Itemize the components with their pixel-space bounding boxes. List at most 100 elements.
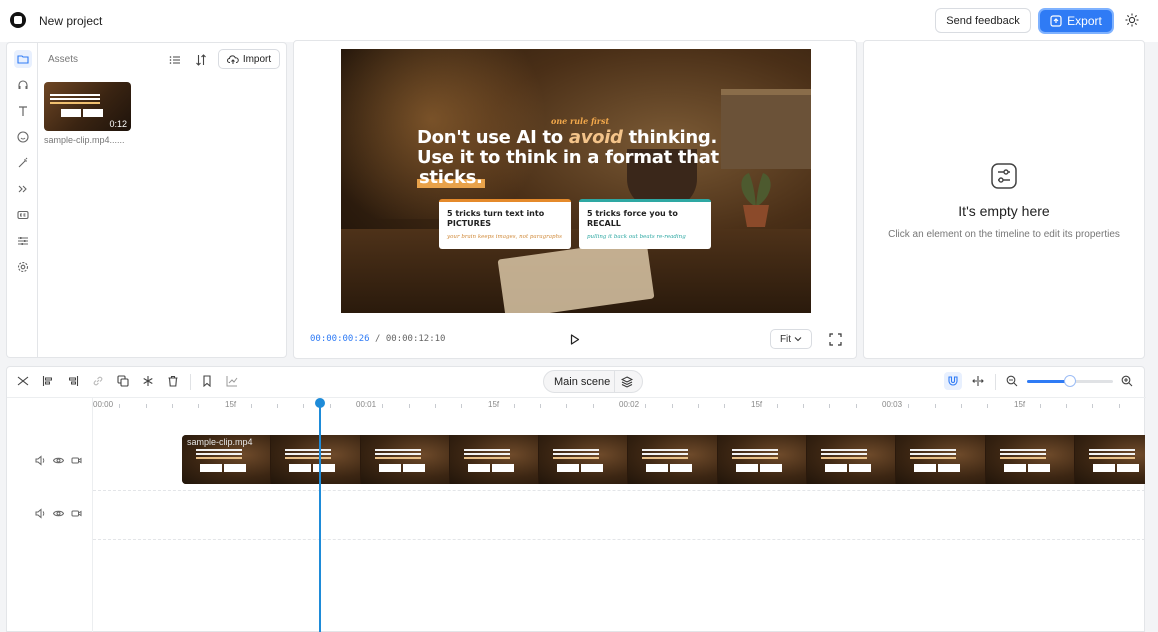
ruler-tick	[408, 404, 410, 408]
playhead-handle[interactable]	[315, 398, 325, 408]
track-separator	[93, 539, 1145, 540]
ruler-tick	[382, 404, 384, 408]
zoom-slider[interactable]	[1027, 375, 1113, 387]
assets-panel: Assets Import 0:12 sample-clip.mp4......	[37, 42, 287, 358]
ruler-tick	[855, 404, 857, 408]
video-headline-line1: Don't use AI to avoid thinking.	[417, 127, 718, 148]
import-label: Import	[242, 53, 272, 65]
export-button[interactable]: Export	[1038, 8, 1114, 34]
link-icon[interactable]	[91, 374, 105, 388]
trash-icon[interactable]	[166, 374, 180, 388]
zoom-in-icon[interactable]	[1120, 374, 1134, 388]
text-icon[interactable]	[14, 102, 32, 120]
bookmark-icon[interactable]	[200, 374, 214, 388]
ruler-tick	[1092, 404, 1094, 408]
empty-state-subtitle: Click an element on the timeline to edit…	[888, 229, 1120, 240]
camera-icon[interactable]	[71, 508, 82, 519]
split-icon[interactable]	[16, 374, 30, 388]
headphones-icon[interactable]	[14, 76, 32, 94]
ruler-tick	[803, 404, 805, 408]
transitions-icon[interactable]	[14, 180, 32, 198]
ruler-tick	[540, 404, 542, 408]
settings-icon[interactable]	[14, 258, 32, 276]
ruler-tick	[592, 404, 594, 408]
captions-icon[interactable]	[14, 206, 32, 224]
ruler-tick	[198, 404, 200, 408]
duplicate-icon[interactable]	[116, 374, 130, 388]
asset-duration: 0:12	[109, 119, 127, 129]
chart-icon[interactable]	[225, 374, 239, 388]
fit-label: Fit	[779, 333, 792, 345]
fit-dropdown[interactable]: Fit	[770, 329, 812, 349]
ruler-tick	[776, 404, 778, 408]
project-title[interactable]: New project	[39, 14, 102, 28]
align-left-icon[interactable]	[41, 374, 55, 388]
zoom-out-icon[interactable]	[1005, 374, 1019, 388]
layers-icon[interactable]	[614, 371, 638, 392]
import-button[interactable]: Import	[218, 49, 280, 69]
clip-frame	[628, 435, 718, 484]
video-headline-line2: Use it to think in a format that	[417, 147, 719, 168]
export-icon	[1050, 15, 1062, 27]
fit-width-icon[interactable]	[971, 374, 985, 388]
video-kicker-text: one rule first	[551, 116, 610, 126]
sort-icon[interactable]	[193, 52, 209, 68]
video-card-recall: 5 tricks force you to RECALL pulling it …	[579, 199, 711, 249]
properties-icon	[991, 163, 1017, 189]
clip-frame	[539, 435, 629, 484]
fullscreen-icon[interactable]	[829, 333, 842, 346]
play-icon[interactable]	[568, 332, 582, 346]
asset-name[interactable]: sample-clip.mp4......	[44, 135, 125, 145]
eye-icon[interactable]	[53, 508, 64, 519]
timeline-clip[interactable]: sample-clip.mp4	[182, 435, 1145, 484]
ruler-tick	[329, 404, 331, 408]
timeline-panel: Main scene 00:00 15f 00:01 15f 00:02 15f…	[6, 366, 1146, 632]
clip-name: sample-clip.mp4	[187, 437, 253, 447]
sun-icon[interactable]	[1124, 12, 1140, 28]
time-ruler[interactable]: 00:00 15f 00:01 15f 00:02 15f 00:03 15f	[93, 398, 1145, 414]
ruler-tick	[934, 404, 936, 408]
cloud-upload-icon	[226, 54, 239, 64]
camera-icon[interactable]	[71, 455, 82, 466]
adjust-icon[interactable]	[14, 232, 32, 250]
chevron-down-icon	[794, 337, 802, 342]
ruler-tick	[461, 404, 463, 408]
list-view-icon[interactable]	[167, 52, 183, 68]
ruler-tick	[829, 404, 831, 408]
freeze-icon[interactable]	[141, 374, 155, 388]
smiley-icon[interactable]	[14, 128, 32, 146]
scene-selector[interactable]: Main scene	[543, 370, 643, 393]
video-canvas[interactable]: one rule first Don't use AI to avoid thi…	[341, 49, 811, 313]
playhead[interactable]	[319, 404, 321, 632]
video-card-pictures: 5 tricks turn text into PICTURES your br…	[439, 199, 571, 249]
ruler-tick	[724, 404, 726, 408]
ruler-tick	[119, 404, 121, 408]
ruler-tick	[1066, 404, 1068, 408]
top-bar: New project Send feedback Export	[0, 0, 1158, 42]
track-2-controls	[35, 508, 82, 519]
ruler-label: 00:01	[356, 400, 377, 409]
tool-rail	[6, 42, 38, 358]
clip-frame	[1074, 435, 1145, 484]
align-right-icon[interactable]	[66, 374, 80, 388]
folder-icon[interactable]	[14, 50, 32, 68]
eye-icon[interactable]	[53, 455, 64, 466]
magic-wand-icon[interactable]	[14, 154, 32, 172]
ruler-tick	[671, 404, 673, 408]
magnet-icon[interactable]	[944, 372, 962, 390]
ruler-label: 15f	[751, 400, 763, 409]
asset-thumbnail[interactable]: 0:12	[44, 82, 131, 131]
timecode: 00:00:00:26 / 00:00:12:10	[310, 334, 446, 344]
ruler-tick	[250, 404, 252, 408]
clip-frame	[985, 435, 1075, 484]
clip-frame	[449, 435, 540, 484]
ruler-tick	[566, 404, 568, 408]
total-time: 00:00:12:10	[385, 334, 446, 344]
send-feedback-button[interactable]: Send feedback	[935, 8, 1031, 33]
zoom-slider-knob[interactable]	[1064, 375, 1076, 387]
video-headline-line3: sticks.	[417, 167, 485, 188]
export-label: Export	[1067, 14, 1102, 28]
ruler-tick	[145, 404, 147, 408]
speaker-icon[interactable]	[35, 455, 46, 466]
speaker-icon[interactable]	[35, 508, 46, 519]
